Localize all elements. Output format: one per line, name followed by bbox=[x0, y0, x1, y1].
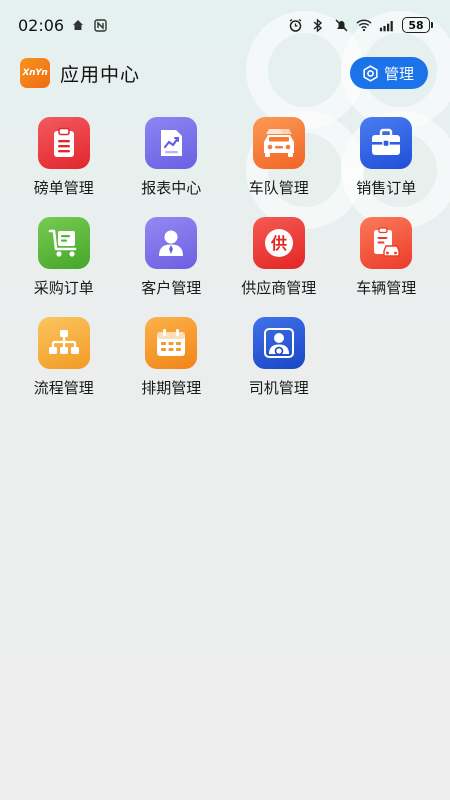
mute-icon bbox=[333, 17, 349, 33]
flow-icon bbox=[37, 317, 90, 369]
clipboard-icon bbox=[37, 117, 90, 169]
briefcase-icon bbox=[360, 117, 413, 169]
manage-button-label: 管理 bbox=[383, 64, 414, 83]
app-label: 流程管理 bbox=[33, 379, 94, 397]
app-header: XnYn 应用中心 管理 bbox=[20, 55, 428, 91]
app-label: 采购订单 bbox=[33, 279, 94, 297]
fleet-cars-icon bbox=[252, 117, 305, 169]
app-vehicle-management[interactable]: 车辆管理 bbox=[333, 217, 441, 299]
app-label: 销售订单 bbox=[356, 179, 417, 197]
app-grid: 磅单管理 报表中心 车队管理 销售订单 采购订单 客户管理 供 供应商管理 车辆… bbox=[10, 117, 440, 399]
alarm-icon bbox=[287, 17, 303, 33]
brand: XnYn 应用中心 bbox=[20, 58, 140, 88]
wifi-icon bbox=[356, 17, 372, 33]
app-label: 车辆管理 bbox=[356, 279, 417, 297]
supplier-icon: 供 bbox=[252, 217, 305, 269]
bluetooth-icon bbox=[310, 17, 326, 33]
app-fleet-management[interactable]: 车队管理 bbox=[225, 117, 333, 199]
app-label: 排期管理 bbox=[141, 379, 202, 397]
settings-hexagon-icon bbox=[362, 64, 379, 82]
manage-button[interactable]: 管理 bbox=[349, 57, 428, 89]
app-report-center[interactable]: 报表中心 bbox=[118, 117, 226, 199]
app-label: 供应商管理 bbox=[241, 279, 317, 297]
app-schedule-management[interactable]: 排期管理 bbox=[118, 317, 226, 399]
driver-icon bbox=[252, 317, 305, 369]
customer-icon bbox=[145, 217, 198, 269]
app-purchase-order[interactable]: 采购订单 bbox=[10, 217, 118, 299]
app-label: 司机管理 bbox=[248, 379, 309, 397]
app-flow-management[interactable]: 流程管理 bbox=[10, 317, 118, 399]
app-label: 车队管理 bbox=[248, 179, 309, 197]
app-supplier-management[interactable]: 供 供应商管理 bbox=[225, 217, 333, 299]
app-logo: XnYn bbox=[20, 58, 50, 88]
vehicle-doc-icon bbox=[360, 217, 413, 269]
nfc-icon bbox=[92, 17, 108, 33]
battery-indicator: 58 bbox=[402, 17, 433, 33]
status-bar: 02:06 58 bbox=[0, 0, 450, 50]
calendar-icon bbox=[145, 317, 198, 369]
svg-text:供: 供 bbox=[270, 234, 287, 253]
app-label: 报表中心 bbox=[141, 179, 202, 197]
cart-icon bbox=[37, 217, 90, 269]
report-chart-icon bbox=[145, 117, 198, 169]
status-time: 02:06 bbox=[18, 15, 65, 35]
app-driver-management[interactable]: 司机管理 bbox=[225, 317, 333, 399]
app-weighbill-management[interactable]: 磅单管理 bbox=[10, 117, 118, 199]
app-sales-order[interactable]: 销售订单 bbox=[333, 117, 441, 199]
app-label: 客户管理 bbox=[141, 279, 202, 297]
app-customer-management[interactable]: 客户管理 bbox=[118, 217, 226, 299]
signal-icon bbox=[379, 17, 395, 33]
home-icon bbox=[70, 17, 86, 33]
page-title: 应用中心 bbox=[60, 63, 141, 86]
app-label: 磅单管理 bbox=[33, 179, 94, 197]
